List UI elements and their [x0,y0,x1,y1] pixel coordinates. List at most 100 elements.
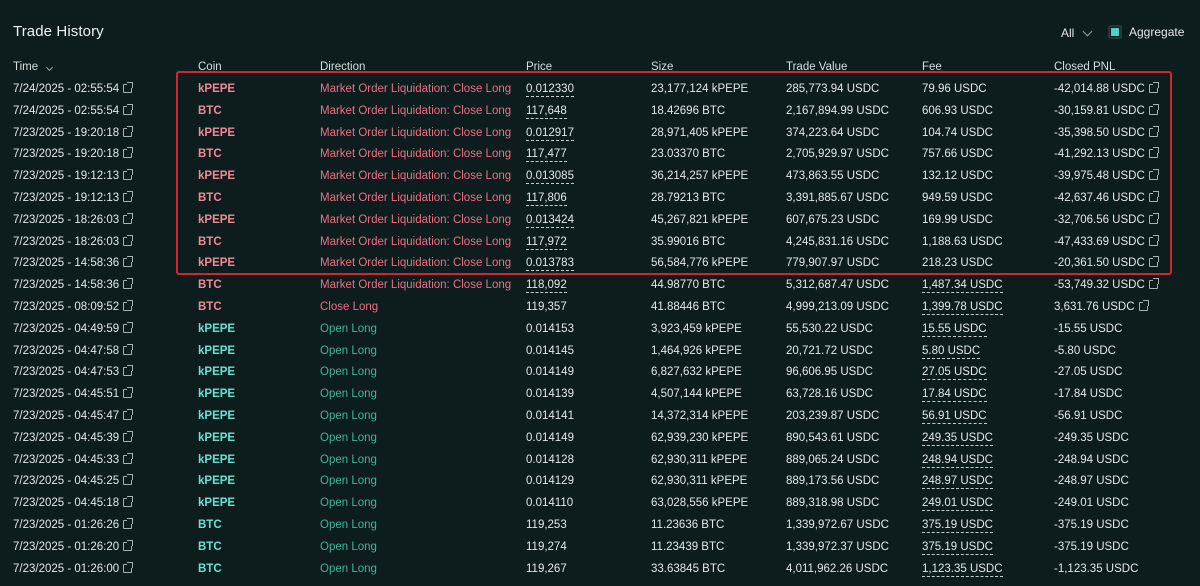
cell-direction: Open Long [320,519,377,531]
external-link-icon[interactable] [123,561,134,573]
cell-direction: Open Long [320,453,377,466]
cell-closed-pnl: -42,014.88 USDC [1054,82,1159,96]
external-link-icon[interactable] [1148,256,1159,268]
cell-coin[interactable]: kPEPE [198,453,235,467]
external-link-icon[interactable] [123,234,134,246]
external-link-icon[interactable] [123,82,134,93]
external-link-icon[interactable] [1148,82,1159,93]
external-link-icon[interactable] [1148,212,1159,224]
cell-size: 23,177,124 kPEPE [651,83,749,95]
external-link-icon[interactable] [123,343,134,355]
external-link-icon[interactable] [123,103,134,115]
external-link-icon[interactable] [123,452,134,464]
cell-size: 18.42696 BTC [651,104,726,117]
cell-coin[interactable]: kPEPE [198,365,235,379]
cell-closed-pnl: -249.35 USDC [1054,431,1129,444]
cell-direction: Open Long [320,366,377,379]
cell-coin[interactable]: kPEPE [198,256,235,270]
external-link-icon[interactable] [1148,278,1159,290]
external-link-icon[interactable] [123,365,134,377]
cell-coin[interactable]: kPEPE [198,126,235,140]
side-filter-dropdown[interactable]: All [1061,26,1093,40]
table-row: 7/24/2025 - 02:55:54 BTC Market Order Liqu… [0,103,1200,126]
external-link-icon[interactable] [1148,125,1159,137]
external-link-icon[interactable] [123,496,134,508]
external-link-icon[interactable] [123,125,134,137]
external-link-icon[interactable] [123,212,134,224]
cell-coin[interactable]: kPEPE [198,431,235,445]
cell-fee: 1,399.78 USDC [922,301,1003,315]
cell-size: 63,028,556 kPEPE [651,497,749,510]
cell-coin[interactable]: BTC [198,562,222,576]
cell-coin[interactable]: kPEPE [198,387,235,401]
external-link-icon[interactable] [123,191,134,202]
cell-time: 7/24/2025 - 02:55:54 [13,103,134,118]
cell-fee: 132.12 USDC [922,170,993,183]
cell-size: 28,971,405 kPEPE [651,126,749,139]
cell-coin[interactable]: kPEPE [198,344,235,358]
cell-size: 62,930,311 kPEPE [651,475,748,488]
sort-chevron-icon [46,63,54,72]
external-link-icon[interactable] [123,474,134,486]
cell-coin[interactable]: kPEPE [198,82,235,96]
table-header: Time Coin Direction Price Size Trade Val… [0,60,1200,82]
cell-price: 0.013783 [526,257,574,272]
aggregate-checkbox[interactable] [1108,25,1122,39]
cell-coin[interactable]: BTC [198,300,222,314]
cell-coin[interactable]: BTC [198,278,222,292]
cell-coin[interactable]: BTC [198,104,222,118]
cell-price: 119,357 [526,301,567,313]
external-link-icon[interactable] [123,147,134,159]
external-link-icon[interactable] [123,256,134,268]
cell-coin[interactable]: BTC [198,518,222,532]
external-link-icon[interactable] [123,278,134,290]
cell-price: 0.012917 [526,126,574,141]
external-link-icon[interactable] [1148,103,1159,115]
external-link-icon[interactable] [123,539,134,551]
cell-coin[interactable]: kPEPE [198,496,235,510]
cell-fee: 248.94 USDC [922,453,993,468]
cell-coin[interactable]: kPEPE [198,213,235,227]
cell-closed-pnl: -41,292.13 USDC [1054,147,1159,161]
trade-history-panel: Trade History All Aggregate Time Coin Di… [0,0,1200,586]
cell-fee: 1,123.35 USDC [922,562,1003,577]
cell-time: 7/23/2025 - 08:09:52 [13,300,134,314]
external-link-icon[interactable] [1148,234,1159,246]
cell-coin[interactable]: kPEPE [198,322,235,336]
col-header-trade-value: Trade Value [786,61,848,73]
cell-size: 23.03370 BTC [651,148,726,161]
aggregate-toggle[interactable]: Aggregate [1108,25,1184,39]
cell-coin[interactable]: BTC [198,147,222,161]
cell-direction: Open Long [320,540,377,553]
external-link-icon[interactable] [123,321,134,333]
external-link-icon[interactable] [1148,169,1159,181]
cell-price: 118,092 [526,279,567,294]
cell-coin[interactable]: BTC [198,235,222,249]
cell-coin[interactable]: kPEPE [198,474,235,488]
external-link-icon[interactable] [1138,300,1149,311]
cell-coin[interactable]: kPEPE [198,409,235,423]
cell-coin[interactable]: BTC [198,191,222,205]
cell-coin[interactable]: kPEPE [198,169,235,183]
cell-direction: Market Order Liquidation: Close Long [320,104,512,117]
cell-price: 0.014141 [526,410,574,422]
cell-size: 11.23439 BTC [651,540,725,553]
cell-trade-value: 4,011,962.26 USDC [786,562,889,575]
external-link-icon[interactable] [123,518,134,529]
cell-closed-pnl: -249.01 USDC [1054,497,1129,510]
table-row: 7/23/2025 - 04:47:53 kPEPE Open Long 0.0141… [0,365,1200,387]
table-row: 7/23/2025 - 18:26:03 kPEPE Market Order Li… [0,212,1200,235]
cell-direction: Market Order Liquidation: Close Long [320,148,512,161]
col-header-time[interactable]: Time [13,60,54,74]
cell-coin[interactable]: BTC [198,540,222,554]
external-link-icon[interactable] [123,409,134,420]
external-link-icon[interactable] [1148,191,1159,202]
external-link-icon[interactable] [123,430,134,442]
cell-time: 7/24/2025 - 02:55:54 [13,82,134,96]
external-link-icon[interactable] [123,169,134,181]
external-link-icon[interactable] [1148,147,1159,159]
cell-trade-value: 4,245,831.16 USDC [786,235,889,248]
external-link-icon[interactable] [123,300,134,311]
cell-fee: 17.84 USDC [922,388,987,403]
external-link-icon[interactable] [123,387,134,399]
